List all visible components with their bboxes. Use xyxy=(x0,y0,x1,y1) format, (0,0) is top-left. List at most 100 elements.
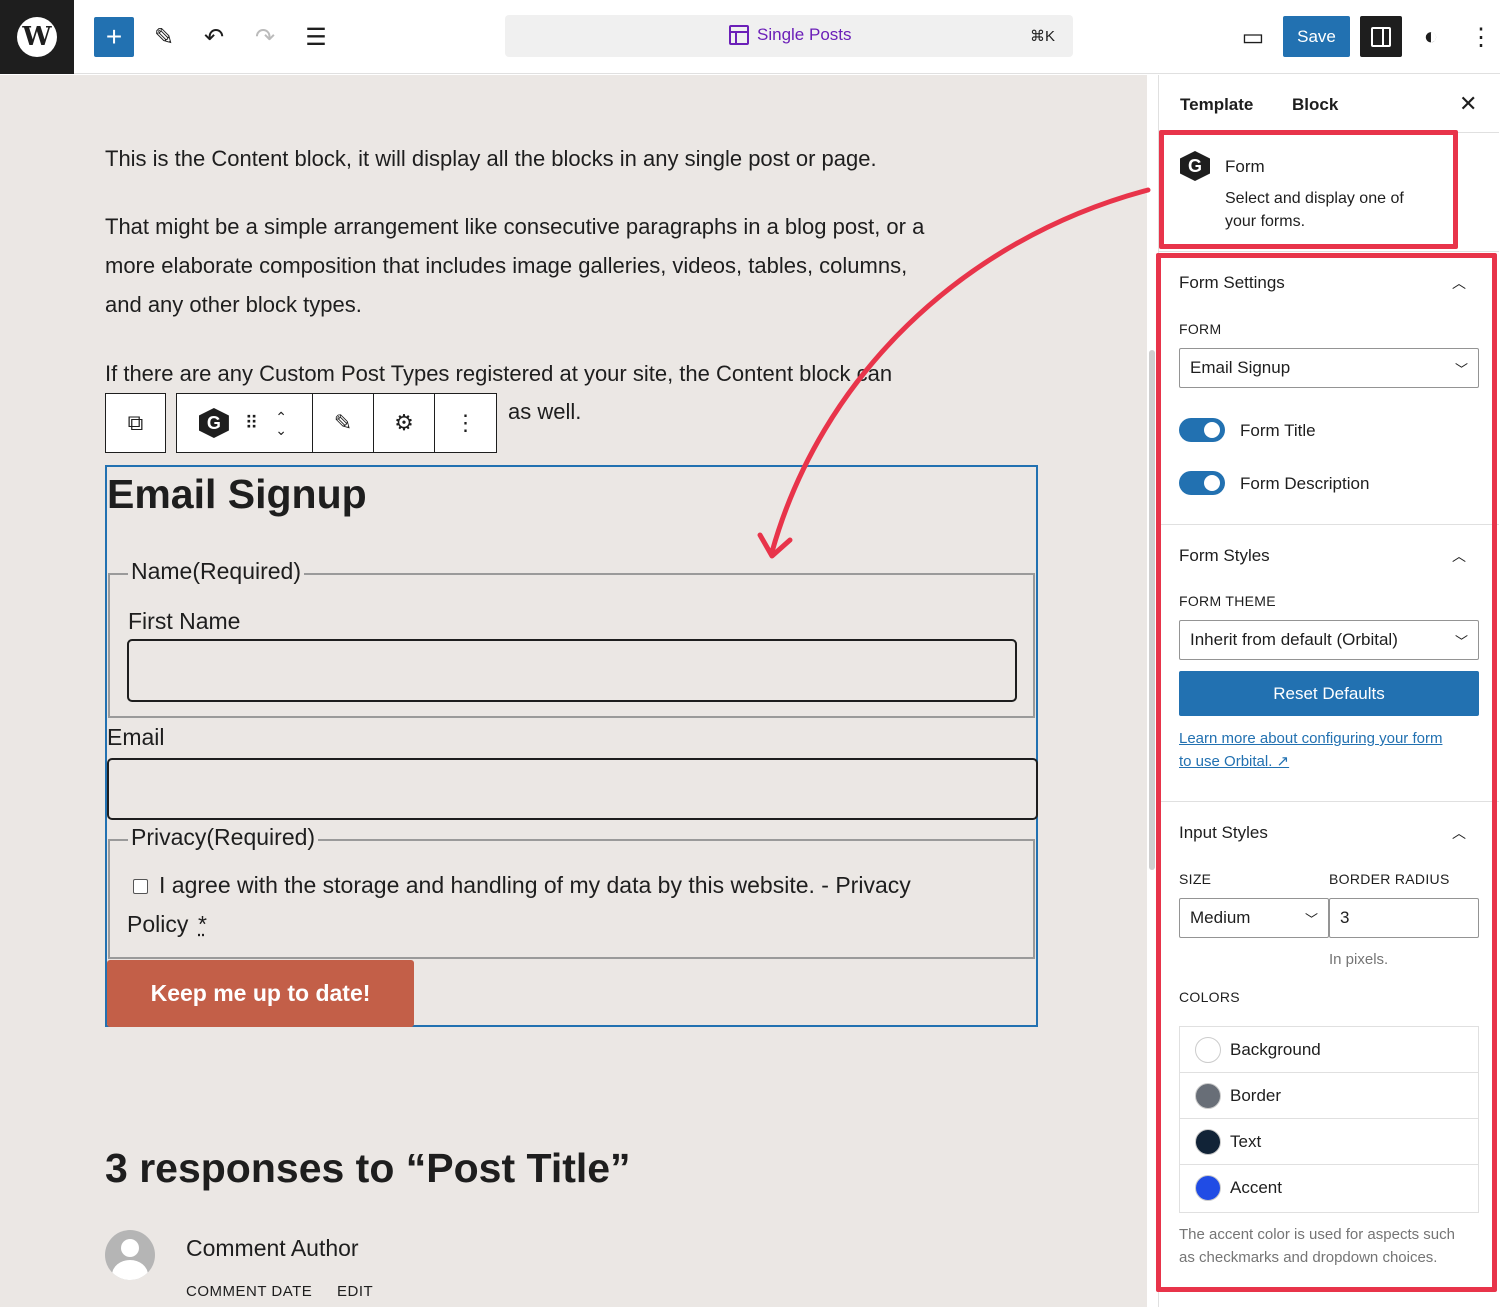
block-card-description: Select and display one of xyxy=(1225,190,1404,207)
chevron-down-icon: ﹀ xyxy=(1454,362,1468,377)
consent-checkbox[interactable] xyxy=(133,879,148,894)
swatch-icon xyxy=(1195,1175,1221,1201)
comment-edit-link[interactable]: EDIT xyxy=(337,1283,373,1300)
form-description-toggle-label: Form Description xyxy=(1240,474,1370,493)
border-radius-input[interactable]: 3 xyxy=(1329,898,1479,938)
more-options-icon[interactable]: ⋮ xyxy=(435,394,496,452)
colors-help: The accent color is used for aspects suc… xyxy=(1179,1226,1455,1243)
settings-gear-icon[interactable]: ⚙ xyxy=(374,394,435,452)
name-legend: Name(Required) xyxy=(128,558,305,585)
block-card-description-2: your forms. xyxy=(1225,213,1306,230)
block-mover: G ⠿ ⌃⌄ xyxy=(177,394,313,452)
color-row-border[interactable]: Border xyxy=(1180,1073,1478,1119)
content-paragraph-line[interactable]: That might be a simple arrangement like … xyxy=(105,207,1035,246)
template-layout-icon xyxy=(729,25,749,45)
form-styles-title[interactable]: Form Styles xyxy=(1179,546,1270,566)
gravity-forms-icon[interactable]: G xyxy=(198,408,229,438)
colors-caption: COLORS xyxy=(1179,989,1240,1005)
size-caption: SIZE xyxy=(1179,871,1212,887)
redo-icon[interactable]: ↷ xyxy=(245,17,285,57)
tabs-divider xyxy=(1159,132,1499,133)
keyboard-shortcut: ⌘K xyxy=(1029,28,1055,45)
required-asterisk: * xyxy=(198,911,207,937)
email-input[interactable] xyxy=(107,758,1038,820)
options-menu-icon[interactable]: ⋮ xyxy=(1461,17,1500,57)
learn-more-link-line-2: to use Orbital. ↗ xyxy=(1179,753,1290,770)
submit-button[interactable]: Keep me up to date! xyxy=(107,960,414,1027)
comment-author[interactable]: Comment Author xyxy=(186,1235,359,1262)
form-caption: FORM xyxy=(1179,321,1222,337)
form-block[interactable]: Email Signup Name(Required) First Name E… xyxy=(105,465,1038,1027)
color-name: Background xyxy=(1230,1040,1321,1059)
command-palette-bar[interactable]: Single Posts ⌘K xyxy=(505,15,1073,57)
wordpress-logo[interactable]: W xyxy=(0,0,74,74)
learn-more-link[interactable]: Learn more about configuring your form t… xyxy=(1179,727,1479,773)
email-label: Email xyxy=(107,724,165,750)
add-block-icon[interactable]: + xyxy=(94,17,134,57)
color-name: Text xyxy=(1230,1132,1262,1151)
size-select[interactable]: Medium ﹀ xyxy=(1179,898,1329,938)
privacy-fieldset: Privacy(Required) xyxy=(108,824,1035,959)
edit-form-icon[interactable]: ✎ xyxy=(313,394,374,452)
device-preview-icon[interactable]: ▭ xyxy=(1233,17,1273,57)
reset-defaults-button[interactable]: Reset Defaults xyxy=(1179,671,1479,716)
editor-header: W + ✎ ↶ ↷ ☰ Single Posts ⌘K ▭ Save ◐ ⋮ xyxy=(0,0,1500,74)
block-toolbar: ⧉ G ⠿ ⌃⌄ ✎ ⚙ ⋮ xyxy=(105,393,497,453)
settings-sidebar-toggle[interactable] xyxy=(1360,16,1402,57)
chevron-up-icon[interactable]: ︿ xyxy=(1452,546,1466,566)
block-card-title: Form xyxy=(1225,157,1265,176)
list-view-icon[interactable]: ☰ xyxy=(296,17,336,57)
gravity-forms-icon: G xyxy=(1180,151,1210,181)
border-radius-help: In pixels. xyxy=(1329,951,1389,968)
color-name: Border xyxy=(1230,1086,1282,1105)
drag-handle-icon[interactable]: ⠿ xyxy=(245,413,258,434)
content-paragraph-line[interactable]: more elaborate composition that includes… xyxy=(105,246,1035,285)
border-radius-caption: BORDER RADIUS xyxy=(1329,871,1450,887)
edit-pencil-icon[interactable]: ✎ xyxy=(144,17,184,57)
form-select-value: Email Signup xyxy=(1190,358,1291,377)
first-name-input[interactable] xyxy=(127,639,1017,702)
select-parent-icon[interactable]: ⧉ xyxy=(106,394,165,452)
colors-help-2: as checkmarks and dropdown choices. xyxy=(1179,1249,1438,1266)
form-theme-caption: FORM THEME xyxy=(1179,593,1276,609)
save-button[interactable]: Save xyxy=(1283,16,1350,57)
form-title-toggle[interactable] xyxy=(1179,418,1225,442)
chevron-down-icon: ﹀ xyxy=(1304,912,1318,927)
form-description-toggle[interactable] xyxy=(1179,471,1225,495)
content-paragraph-line[interactable]: and any other block types. xyxy=(105,285,1035,324)
template-title-text: Single Posts xyxy=(757,25,852,44)
move-up-down-icon[interactable]: ⌃⌄ xyxy=(274,410,290,436)
content-paragraph-line[interactable]: If there are any Custom Post Types regis… xyxy=(105,354,1035,393)
card-divider xyxy=(1159,251,1499,252)
chevron-up-icon[interactable]: ︿ xyxy=(1452,273,1466,293)
input-styles-title[interactable]: Input Styles xyxy=(1179,823,1268,843)
colors-list: Background Border Text Accent xyxy=(1179,1026,1479,1213)
form-select[interactable]: Email Signup ﹀ xyxy=(1179,348,1479,388)
close-icon[interactable]: ✕ xyxy=(1459,91,1477,117)
comments-heading: 3 responses to “Post Title” xyxy=(105,1145,631,1191)
color-row-background[interactable]: Background xyxy=(1180,1027,1478,1073)
swatch-icon xyxy=(1195,1037,1221,1063)
learn-more-link-line-1: Learn more about configuring your form xyxy=(1179,730,1443,747)
styles-icon[interactable]: ◐ xyxy=(1411,17,1451,57)
undo-icon[interactable]: ↶ xyxy=(194,17,234,57)
chevron-up-icon[interactable]: ︿ xyxy=(1452,823,1466,843)
form-theme-select[interactable]: Inherit from default (Orbital) ﹀ xyxy=(1179,620,1479,660)
form-settings-title[interactable]: Form Settings xyxy=(1179,273,1285,293)
border-radius-value: 3 xyxy=(1340,908,1350,927)
content-paragraph[interactable]: This is the Content block, it will displ… xyxy=(105,139,1035,178)
swatch-icon xyxy=(1195,1129,1221,1155)
tab-template[interactable]: Template xyxy=(1180,95,1253,115)
panel-divider xyxy=(1159,524,1499,525)
size-select-value: Medium xyxy=(1190,908,1251,927)
color-row-text[interactable]: Text xyxy=(1180,1119,1478,1165)
consent-text: I agree with the storage and handling of… xyxy=(159,872,911,898)
comment-date[interactable]: COMMENT DATE xyxy=(186,1283,312,1300)
color-row-accent[interactable]: Accent xyxy=(1180,1165,1478,1211)
consent-text-line-2: Policy xyxy=(127,911,189,937)
form-theme-value: Inherit from default (Orbital) xyxy=(1190,630,1398,649)
sidebar-icon xyxy=(1371,26,1391,47)
tab-block[interactable]: Block xyxy=(1292,95,1338,115)
canvas-scrollbar[interactable] xyxy=(1149,350,1155,870)
content-paragraph-line[interactable]: as well. xyxy=(508,392,708,431)
